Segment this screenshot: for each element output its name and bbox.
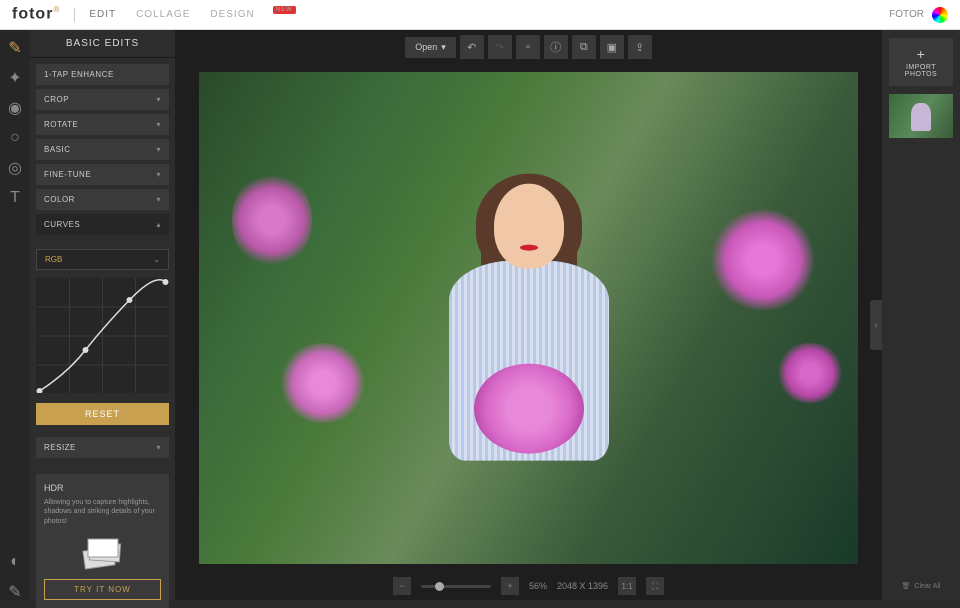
item-rotate[interactable]: ROTATE▾ [36, 114, 169, 135]
hdr-title: HDR [44, 482, 161, 495]
zoom-out-button[interactable]: − [393, 577, 411, 595]
hdr-promo: HDR Allowing you to capture highlights, … [36, 474, 169, 608]
chevron-up-icon: ▴ [156, 220, 161, 229]
image-content [708, 210, 818, 310]
chevron-down-icon: ▾ [156, 120, 161, 129]
logo[interactable]: fotor® [12, 5, 60, 23]
image-content [429, 184, 629, 504]
contrast-icon[interactable]: ◐ [7, 554, 23, 570]
image-content [278, 343, 368, 423]
hdr-illustration [44, 533, 161, 573]
channel-select[interactable]: RGB⌄ [36, 249, 169, 270]
tool-rail: ✎ ✦ ◉ ○ ◎ T ◐ ✎ [0, 30, 30, 600]
save-icon[interactable]: ▫ [516, 35, 540, 59]
canvas-image[interactable] [199, 72, 858, 564]
plus-icon: + [889, 46, 953, 62]
hdr-desc: Allowing you to capture highlights, shad… [44, 498, 161, 527]
try-hdr-button[interactable]: TRY IT NOW [44, 579, 161, 600]
compare-icon[interactable]: ⧉ [572, 35, 596, 59]
item-resize[interactable]: RESIZE▾ [36, 437, 169, 458]
info-icon[interactable]: ⓘ [544, 35, 568, 59]
canvas-footer: − + 56% 2048 X 1396 1:1 ⛶ [175, 572, 882, 600]
image-dimensions: 2048 X 1396 [557, 581, 608, 591]
chevron-down-icon: ▾ [156, 170, 161, 179]
chevron-down-icon: ▾ [441, 42, 446, 53]
zoom-slider[interactable] [421, 585, 491, 588]
item-color[interactable]: COLOR▾ [36, 189, 169, 210]
top-right: FOTOR [889, 7, 948, 23]
share-icon[interactable]: ⇪ [628, 35, 652, 59]
zoom-value: 56% [529, 581, 547, 591]
collapse-right-icon[interactable]: › [870, 300, 882, 350]
curves-graph[interactable] [36, 278, 169, 393]
nav-design[interactable]: DESIGNNEW [210, 9, 277, 20]
target-icon[interactable]: ◎ [7, 160, 23, 176]
image-content [232, 170, 312, 270]
item-enhance[interactable]: 1-TAP ENHANCE [36, 64, 169, 85]
zoom-in-button[interactable]: + [501, 577, 519, 595]
separator [74, 8, 75, 22]
note-icon[interactable]: ✎ [7, 584, 23, 600]
item-crop[interactable]: CROP▾ [36, 89, 169, 110]
text-icon[interactable]: T [7, 190, 23, 206]
chevron-down-icon: ▾ [156, 95, 161, 104]
nav-collage[interactable]: COLLAGE [136, 9, 190, 20]
open-button[interactable]: Open▾ [405, 37, 456, 58]
image-icon[interactable]: ▣ [600, 35, 624, 59]
item-basic[interactable]: BASIC▾ [36, 139, 169, 160]
color-wheel-icon[interactable] [932, 7, 948, 23]
item-finetune[interactable]: FINE-TUNE▾ [36, 164, 169, 185]
chevron-down-icon: ⌄ [153, 255, 160, 264]
canvas-toolbar: Open▾ ↶ ↷ ▫ ⓘ ⧉ ▣ ⇪ [175, 30, 882, 58]
clear-all-button[interactable]: 🗑Clear All [902, 572, 941, 600]
edit-panel: BASIC EDITS 1-TAP ENHANCE CROP▾ ROTATE▾ … [30, 30, 175, 600]
fit-icon[interactable]: 1:1 [618, 577, 636, 595]
eye-icon[interactable]: ◉ [7, 100, 23, 116]
right-panel: +IMPORT PHOTOS 🗑Clear All [882, 30, 960, 600]
zoom-knob[interactable] [435, 582, 444, 591]
photo-thumbnail[interactable] [889, 94, 953, 138]
canvas-area: Open▾ ↶ ↷ ▫ ⓘ ⧉ ▣ ⇪ − + 56% 2048 X 139 [175, 30, 882, 600]
new-badge: NEW [273, 6, 296, 14]
pencil-icon[interactable]: ✎ [7, 40, 23, 56]
item-curves[interactable]: CURVES▴ [36, 214, 169, 235]
nav-edit[interactable]: EDIT [89, 9, 116, 20]
reset-button[interactable]: RESET [36, 403, 169, 425]
chevron-down-icon: ▾ [156, 195, 161, 204]
undo-icon[interactable]: ↶ [460, 35, 484, 59]
image-content [775, 343, 845, 403]
top-bar: fotor® EDIT COLLAGE DESIGNNEW FOTOR [0, 0, 960, 30]
trash-icon: 🗑 [902, 582, 911, 590]
panel-title: BASIC EDITS [30, 30, 175, 58]
user-label[interactable]: FOTOR [889, 9, 924, 20]
redo-icon[interactable]: ↷ [488, 35, 512, 59]
chevron-down-icon: ▾ [156, 443, 161, 452]
wand-icon[interactable]: ✦ [7, 70, 23, 86]
top-nav: EDIT COLLAGE DESIGNNEW [89, 9, 277, 20]
import-photos-button[interactable]: +IMPORT PHOTOS [889, 38, 953, 86]
circle-icon[interactable]: ○ [7, 130, 23, 146]
chevron-down-icon: ▾ [156, 145, 161, 154]
fullscreen-icon[interactable]: ⛶ [646, 577, 664, 595]
